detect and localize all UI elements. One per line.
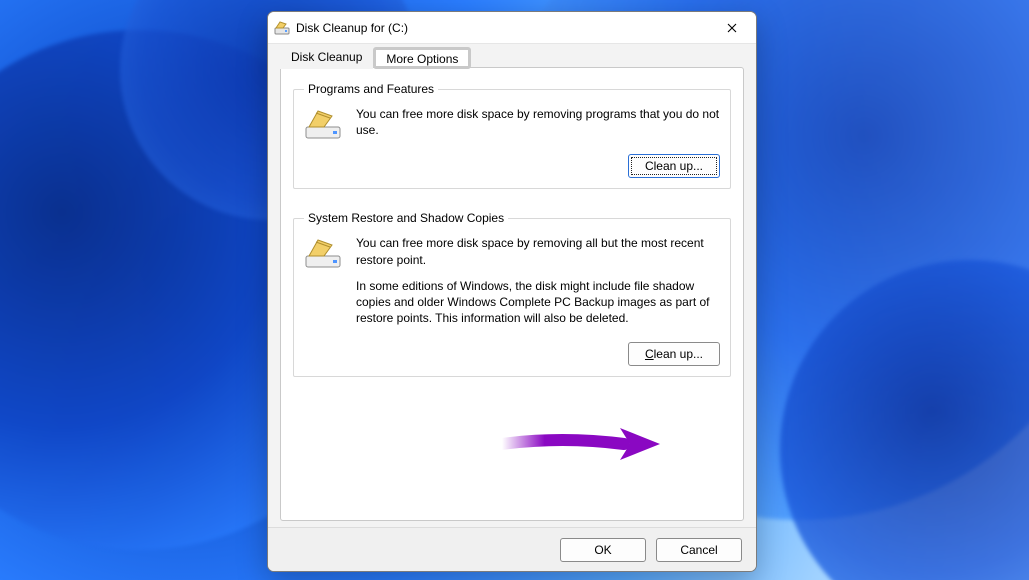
close-button[interactable] <box>712 14 752 42</box>
tab-strip: Disk Cleanup More Options <box>268 44 756 68</box>
desktop-wallpaper: Disk Cleanup for (C:) Disk Cleanup More … <box>0 0 1029 580</box>
cleanup-programs-button[interactable]: Clean up... <box>628 154 720 178</box>
button-rest: lean up... <box>654 347 703 361</box>
group-system-restore: System Restore and Shadow Copies You can… <box>293 211 731 377</box>
tab-disk-cleanup[interactable]: Disk Cleanup <box>280 47 373 69</box>
cleanup-restore-button[interactable]: Clean up... <box>628 342 720 366</box>
cancel-button[interactable]: Cancel <box>656 538 742 562</box>
button-accel: C <box>645 347 654 361</box>
description-text-1: You can free more disk space by removing… <box>356 235 720 267</box>
disk-cleanup-dialog: Disk Cleanup for (C:) Disk Cleanup More … <box>267 11 757 572</box>
group-programs-and-features: Programs and Features You can free more … <box>293 82 731 189</box>
button-label: Cancel <box>680 543 717 557</box>
tab-panel-more-options: Programs and Features You can free more … <box>280 67 744 521</box>
drive-brush-icon <box>304 106 344 142</box>
close-icon <box>727 23 737 33</box>
description-text: You can free more disk space by removing… <box>356 106 720 138</box>
group-description: You can free more disk space by removing… <box>356 235 720 336</box>
button-suffix: ... <box>693 159 703 173</box>
button-label: OK <box>594 543 611 557</box>
titlebar[interactable]: Disk Cleanup for (C:) <box>268 12 756 44</box>
ok-button[interactable]: OK <box>560 538 646 562</box>
tab-label: More Options <box>386 52 458 66</box>
tab-more-options[interactable]: More Options <box>373 47 471 69</box>
group-legend: System Restore and Shadow Copies <box>304 211 508 225</box>
description-text-2: In some editions of Windows, the disk mi… <box>356 278 720 327</box>
disk-cleanup-icon <box>274 20 290 36</box>
drive-brush-icon <box>304 235 344 271</box>
group-description: You can free more disk space by removing… <box>356 106 720 148</box>
tab-label: Disk Cleanup <box>291 50 362 64</box>
dialog-footer: OK Cancel <box>268 527 756 571</box>
group-legend: Programs and Features <box>304 82 438 96</box>
window-title: Disk Cleanup for (C:) <box>296 21 408 35</box>
button-label: Clean up <box>645 159 693 173</box>
